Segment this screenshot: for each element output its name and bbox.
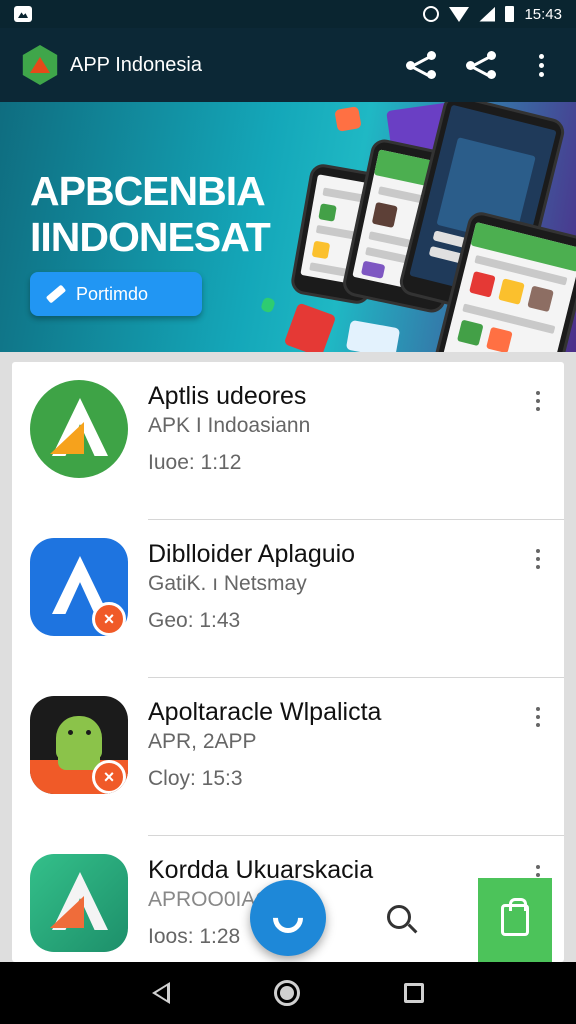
- decorative-card: [259, 296, 277, 314]
- alarm-icon: [423, 6, 440, 22]
- app-logo-icon: [20, 45, 60, 85]
- a-gradient-icon: [30, 854, 128, 952]
- list-item[interactable]: × Diblloider Aplaguio GatiK. ı Netsmay G…: [12, 520, 564, 678]
- remove-badge-icon: ×: [92, 602, 126, 636]
- overflow-menu-button[interactable]: [518, 42, 564, 88]
- android-icon: ×: [30, 696, 128, 794]
- banner-title: APBCENBIA IINDONESAT: [30, 168, 271, 260]
- share-icon: [406, 51, 436, 79]
- app-name: Diblloider Aplaguio: [148, 540, 356, 568]
- share-icon: [466, 51, 496, 79]
- call-fab-button[interactable]: [250, 880, 326, 956]
- decorative-card: [334, 106, 362, 132]
- app-name: Kordda Ukuarskacia: [148, 856, 374, 884]
- app-title: APP Indonesia: [70, 53, 202, 76]
- list-item[interactable]: × Apoltaracle Wlpalicta APR, 2APP Cloy: …: [12, 678, 564, 836]
- app-meta: Geo: 1:43: [148, 609, 241, 632]
- item-more-button[interactable]: [528, 544, 548, 574]
- wifi-icon: [449, 6, 470, 22]
- app-name: Apoltaracle Wlpalicta: [148, 698, 382, 726]
- item-more-button[interactable]: [528, 386, 548, 416]
- promo-banner[interactable]: APBCENBIA IINDONESAT Portimdo: [0, 102, 576, 352]
- gallery-notification-icon: [14, 6, 32, 22]
- battery-icon: [505, 6, 515, 22]
- decorative-card: [283, 302, 337, 352]
- share-button-1[interactable]: [398, 42, 444, 88]
- app-name: Aptlis udeores: [148, 382, 307, 410]
- app-meta: Ioos: 1:28: [148, 925, 241, 948]
- phone-call-icon: [266, 896, 310, 940]
- a-logo-icon: [30, 380, 128, 478]
- remove-badge-icon: ×: [92, 760, 126, 794]
- store-button[interactable]: [478, 878, 552, 962]
- a-logo-remove-icon: ×: [30, 538, 128, 636]
- app-meta: Iuoe: 1:12: [148, 451, 242, 474]
- more-vert-icon: [538, 53, 544, 77]
- app-subtitle: APR, 2APP: [148, 730, 257, 753]
- banner-cta-button[interactable]: Portimdo: [30, 272, 202, 316]
- status-bar: 15:43: [0, 0, 576, 28]
- app-list: Aptlis udeores APK I Indoasiann Iuoe: 1:…: [12, 362, 564, 962]
- item-more-button[interactable]: [528, 702, 548, 732]
- share-button-2[interactable]: [458, 42, 504, 88]
- edit-icon: [45, 284, 67, 304]
- back-icon[interactable]: [152, 982, 170, 1004]
- app-subtitle: GatiK. ı Netsmay: [148, 572, 307, 595]
- search-button[interactable]: [354, 878, 450, 962]
- list-item[interactable]: Aptlis udeores APK I Indoasiann Iuoe: 1:…: [12, 362, 564, 520]
- signal-icon: [479, 6, 496, 22]
- system-nav-bar: [0, 962, 576, 1024]
- app-subtitle: APK I Indoasiann: [148, 414, 311, 437]
- status-time: 15:43: [524, 5, 562, 23]
- app-bar: APP Indonesia: [0, 28, 576, 102]
- shopping-bag-icon: [501, 898, 529, 936]
- recent-apps-icon[interactable]: [404, 983, 424, 1003]
- decorative-card: [345, 319, 401, 352]
- home-icon[interactable]: [274, 980, 300, 1006]
- search-icon: [387, 905, 418, 935]
- app-meta: Cloy: 15:3: [148, 767, 243, 790]
